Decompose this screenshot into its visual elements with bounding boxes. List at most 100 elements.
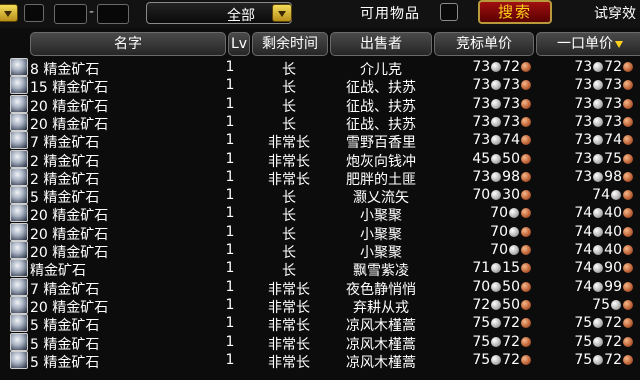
silver-amount: 73 [472,77,491,94]
table-row[interactable]: 5 精金矿石 1 非常长 凉风木槿蒿 75 72 75 72 [0,314,640,334]
silver-coin-icon [593,245,604,255]
table-row[interactable]: 5 精金矿石 1 长灏乂流矢 70 30 74 [0,186,640,206]
table-row[interactable]: 5 精金矿石 1 非常长 凉风木槿蒿 75 72 75 72 [0,350,640,371]
adamantite-ore-icon[interactable] [10,314,28,333]
bid-price: 73 72 [472,59,532,75]
table-row[interactable]: 20 精金矿石 1 长征战、扶苏 73 73 73 73 [0,94,640,115]
bid-price: 75 72 [472,334,532,350]
category-dropdown[interactable]: 全部 [146,2,292,24]
min-level-input[interactable] [54,4,87,24]
table-row[interactable]: 15 精金矿石 1 长征战、扶苏 73 73 73 73 [0,76,640,96]
adamantite-ore-icon[interactable] [10,204,28,223]
silver-amount: 73 [574,59,593,75]
silver-amount: 71 [472,260,491,277]
table-row[interactable]: 7 精金矿石 1 非常长 雪野百香里 73 74 73 74 [0,131,640,151]
silver-coin-icon [491,80,502,91]
silver-amount: 74 [574,205,593,222]
bid-price: 75 72 [472,352,532,368]
max-level-input[interactable] [97,4,129,24]
silver-amount: 73 [472,168,491,185]
adamantite-ore-icon[interactable] [10,186,28,205]
silver-amount: 74 [592,187,610,204]
adamantite-ore-icon[interactable] [10,295,28,314]
silver-coin-icon [491,263,502,274]
adamantite-ore-icon[interactable] [10,76,28,95]
silver-amount: 74 [574,242,593,258]
adamantite-ore-icon[interactable] [10,149,28,168]
table-row[interactable]: 5 精金矿石 1 非常长 凉风木槿蒿 75 72 75 72 [0,332,640,353]
sort-desc-icon [615,40,623,48]
buyout-price: 73 72 [574,59,634,75]
adamantite-ore-icon[interactable] [10,94,28,113]
silver-coin-icon [593,62,604,72]
table-row[interactable]: 精金矿石 1 长飘雪紫凌 71 15 74 90 [0,259,640,279]
copper-amount: 99 [604,278,622,295]
table-row[interactable]: 7 精金矿石 1 非常长 夜色静悄悄 70 50 74 99 [0,277,640,298]
table-row[interactable]: 20 精金矿石 1 长小聚聚 70 74 40 [0,222,640,243]
bid-price: 70 [490,205,532,221]
column-header-lv[interactable]: Lv [228,32,250,56]
column-header-buyout-label: 一口单价 [557,36,613,52]
item-level: 1 [225,113,235,130]
silver-coin-icon [509,245,519,255]
silver-amount: 73 [472,132,491,149]
silver-amount: 73 [574,150,593,167]
copper-amount: 72 [604,315,622,332]
copper-coin-icon [521,62,531,72]
table-row[interactable]: 2 精金矿石 1 非常长 炮灰向钱冲 45 50 73 75 [0,149,640,170]
column-header-seller[interactable]: 出售者 [330,32,432,56]
silver-amount: 45 [472,150,491,167]
copper-amount: 72 [502,315,520,332]
copper-coin-icon [623,263,633,274]
copper-coin-icon [623,226,633,237]
silver-coin-icon [611,190,621,201]
buyout-price: 74 99 [574,279,634,295]
adamantite-ore-icon[interactable] [10,277,28,296]
bid-price: 72 50 [472,297,532,313]
adamantite-ore-icon[interactable] [10,350,28,369]
silver-coin-icon [593,208,604,219]
usable-items-checkbox[interactable] [440,3,458,21]
table-row[interactable]: 8 精金矿石 1 长介儿克 73 72 73 72 [0,58,640,78]
copper-coin-icon [521,226,531,237]
rarity-dropdown-arrow[interactable] [0,4,18,22]
search-button[interactable]: 搜索 [478,0,552,24]
copper-coin-icon [623,80,633,91]
adamantite-ore-icon[interactable] [10,112,28,131]
table-row[interactable]: 20 精金矿石 1 长小聚聚 70 74 40 [0,241,640,261]
buyout-price: 74 40 [574,205,634,221]
table-row[interactable]: 20 精金矿石 1 非常长 弃耕从戎 72 50 75 [0,295,640,316]
silver-amount: 73 [574,113,593,130]
column-header-buyout[interactable]: 一口单价 [536,32,640,56]
usable-items-label: 可用物品 [360,6,420,22]
adamantite-ore-icon[interactable] [10,131,28,150]
adamantite-ore-icon[interactable] [10,332,28,351]
table-row[interactable]: 2 精金矿石 1 非常长 肥胖的土匪 73 98 73 98 [0,167,640,188]
adamantite-ore-icon[interactable] [10,222,28,241]
silver-coin-icon [593,318,604,329]
silver-amount: 73 [472,59,491,75]
adamantite-ore-icon[interactable] [10,241,28,259]
adamantite-ore-icon[interactable] [10,259,28,278]
copper-amount: 40 [604,223,622,240]
chevron-down-icon[interactable] [272,4,292,22]
silver-coin-icon [491,299,502,310]
silver-coin-icon [491,153,502,164]
table-row[interactable]: 20 精金矿石 1 长征战、扶苏 73 73 73 73 [0,112,640,133]
bid-price: 70 [490,242,532,258]
silver-coin-icon [593,135,604,146]
bid-price: 73 98 [472,169,532,185]
silver-coin-icon [593,281,604,292]
column-header-bid[interactable]: 竞标单价 [434,32,534,56]
adamantite-ore-icon[interactable] [10,58,28,76]
column-header-time[interactable]: 剩余时间 [252,32,328,56]
silver-coin-icon [509,208,519,219]
filter-bar: - 全部 可用物品 搜索 试穿效 [0,0,640,28]
column-header-name[interactable]: 名字 [30,32,226,56]
table-row[interactable]: 20 精金矿石 1 长小聚聚 70 74 40 [0,204,640,224]
item-level: 1 [225,242,235,258]
rarity-dropdown-tail[interactable] [24,4,44,22]
silver-amount: 75 [574,315,593,332]
adamantite-ore-icon[interactable] [10,167,28,186]
time-left: 非常长 [268,354,310,371]
